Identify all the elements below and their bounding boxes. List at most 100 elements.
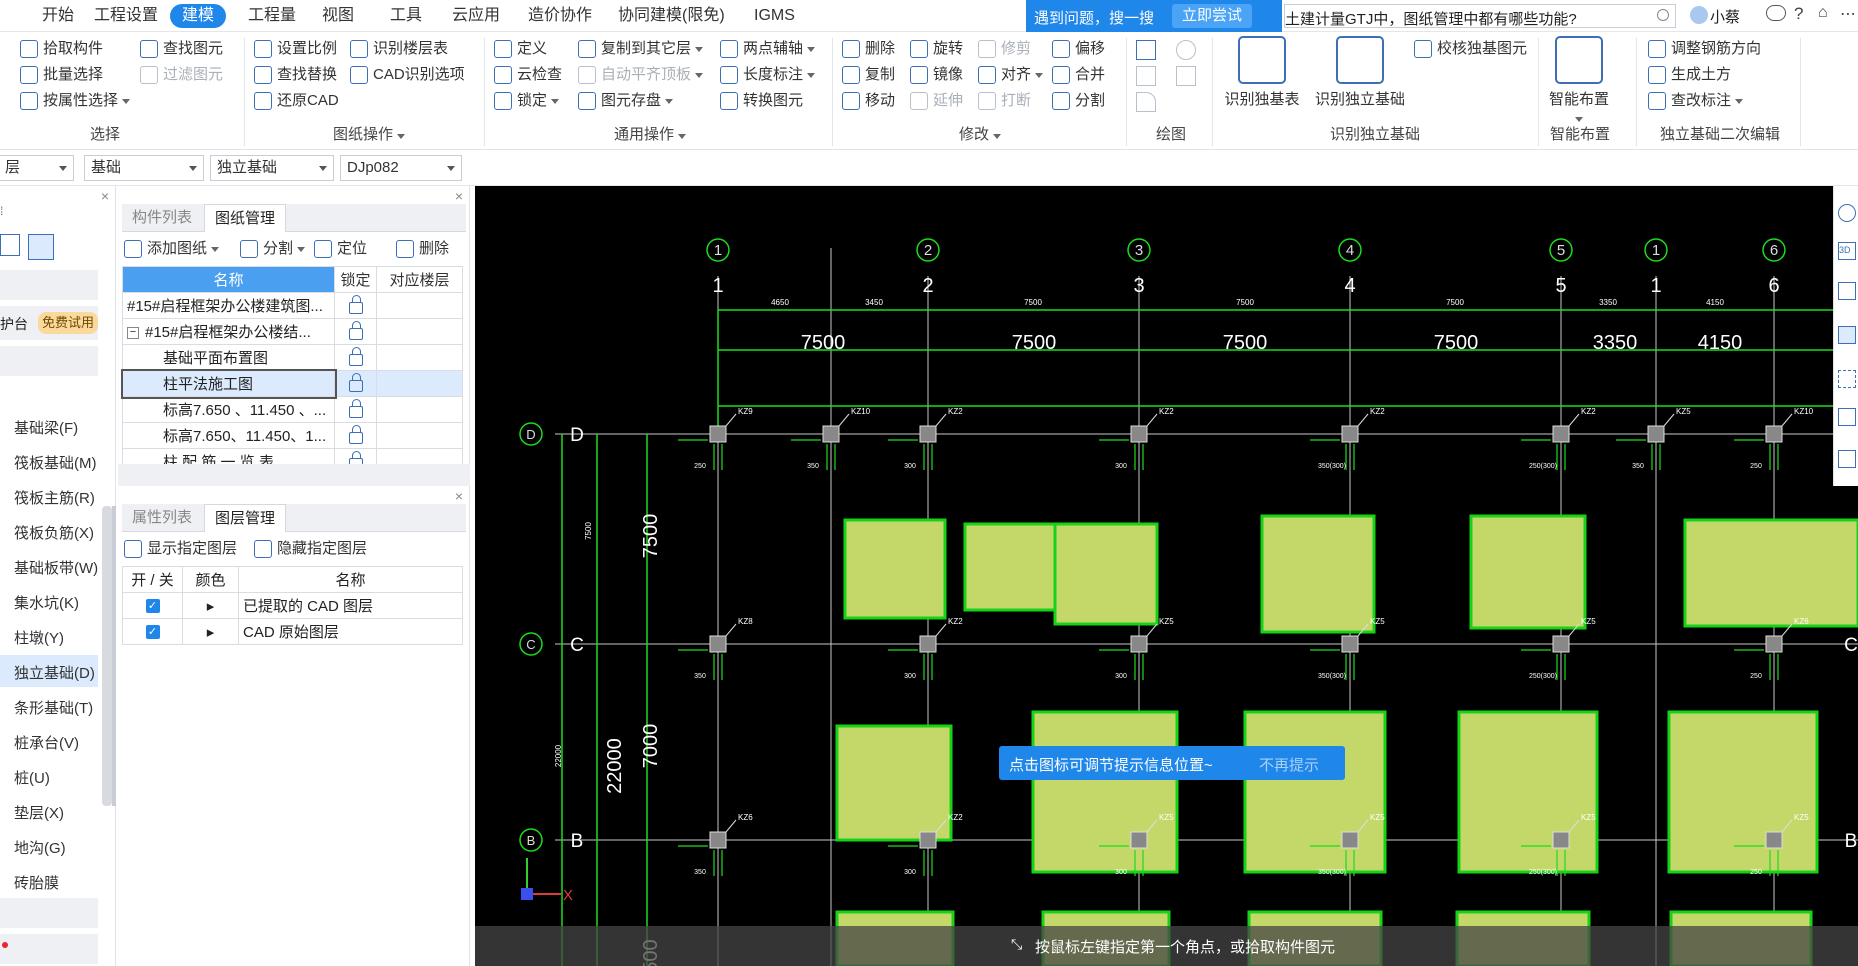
avatar[interactable]: [1690, 6, 1708, 24]
layer-toggle-checkbox[interactable]: ✓: [145, 625, 160, 640]
move-button[interactable]: 移动: [842, 88, 895, 114]
menu-tab-cloud[interactable]: 云应用: [440, 4, 512, 28]
nav-item[interactable]: 筏板主筋(R): [0, 480, 98, 512]
shirt-icon[interactable]: ⌂: [1818, 4, 1828, 22]
two-point-axis-button[interactable]: 两点辅轴: [720, 36, 816, 62]
cad-canvas[interactable]: 1 1 2 2 3 3 4 4 5 5 1 1 6 6 4650 3450 7500 7500 7500 3350 41…: [475, 186, 1858, 966]
identify-foundation-table-button[interactable]: 识别独基表: [1216, 36, 1308, 109]
floor-cell[interactable]: [376, 292, 463, 319]
tab-property-list[interactable]: 属性列表: [122, 504, 202, 532]
arc-draw-icon[interactable]: [1136, 92, 1156, 112]
group-label-drawing[interactable]: 图纸操作: [314, 124, 424, 146]
3d-view-icon[interactable]: 3D: [1838, 242, 1856, 260]
group-label-modify[interactable]: 修改: [940, 124, 1020, 146]
extend-button[interactable]: 延伸: [910, 88, 963, 114]
menu-tab-view[interactable]: 视图: [310, 4, 366, 28]
layer-row[interactable]: ✓ ▸ 已提取的 CAD 图层: [122, 592, 463, 619]
nav-item[interactable]: 独立基础(D): [0, 655, 98, 687]
drawing-row[interactable]: − #15#启程框架办公楼结...: [122, 318, 463, 345]
expand-icon[interactable]: ▸: [182, 618, 239, 645]
drawing-row[interactable]: #15#启程框架办公楼建筑图...: [122, 292, 463, 319]
nav-item[interactable]: 条形基础(T): [0, 690, 98, 722]
help-search-input[interactable]: 土建计量GTJ中，图纸管理中都有哪些功能?: [1284, 4, 1676, 28]
dismiss-hint-link[interactable]: 不再提示: [1259, 754, 1319, 775]
tab-component-list[interactable]: 构件列表: [122, 204, 202, 232]
identify-foundation-button[interactable]: 识别独立基础: [1310, 36, 1410, 109]
merge-button[interactable]: 合并: [1052, 62, 1105, 88]
nav-item[interactable]: 基础板带(W): [0, 550, 98, 582]
nav-item[interactable]: 地沟(G): [0, 830, 98, 862]
menu-tab-quantity[interactable]: 工程量: [236, 4, 308, 28]
align-button[interactable]: 对齐: [978, 62, 1044, 88]
floor-cell[interactable]: [376, 422, 463, 449]
drawing-row[interactable]: 标高7.650、11.450、1...: [122, 422, 463, 449]
floor-select[interactable]: 层: [0, 155, 74, 181]
cad-options-button[interactable]: CAD识别选项: [350, 62, 465, 88]
expand-icon[interactable]: ▸: [182, 592, 239, 619]
modify-mark-button[interactable]: 查改标注: [1648, 88, 1744, 114]
user-name[interactable]: 小蔡: [1710, 6, 1740, 27]
find-element-button[interactable]: 查找图元: [140, 36, 223, 62]
line-draw-icon[interactable]: [1136, 66, 1156, 86]
nav-item[interactable]: 垫层(X): [0, 795, 98, 827]
top-view-icon[interactable]: [1838, 282, 1856, 300]
menu-tab-collab-model[interactable]: 协同建模(限免): [606, 4, 737, 28]
filter-element-button[interactable]: 过滤图元: [140, 62, 223, 88]
close-icon[interactable]: ×: [101, 188, 109, 204]
generate-earthwork-button[interactable]: 生成土方: [1648, 62, 1731, 88]
batch-select-button[interactable]: 批量选择: [20, 62, 103, 88]
find-replace-button[interactable]: 查找替换: [254, 62, 337, 88]
collapse-icon[interactable]: −: [127, 327, 139, 340]
menu-tab-igms[interactable]: IGMS: [742, 4, 807, 28]
layer-view-icon[interactable]: [1838, 326, 1856, 344]
offset-button[interactable]: 偏移: [1052, 36, 1105, 62]
lock-button[interactable]: 锁定: [494, 88, 560, 114]
drawing-row[interactable]: 标高7.650 、11.450 、...: [122, 396, 463, 423]
break-button[interactable]: 打断: [978, 88, 1031, 114]
cube-icon[interactable]: [1838, 408, 1856, 426]
restore-cad-button[interactable]: 还原CAD: [254, 88, 339, 114]
adjust-position-icon[interactable]: ⤡: [1011, 936, 1029, 954]
floor-cell[interactable]: [376, 396, 463, 423]
delete-button[interactable]: 删除: [842, 36, 895, 62]
pick-component-button[interactable]: 拾取构件: [20, 36, 103, 62]
menu-tab-project-settings[interactable]: 工程设置: [82, 4, 170, 28]
layer-scrollbar[interactable]: [112, 506, 116, 806]
nav-scrollbar[interactable]: [102, 506, 112, 806]
convert-element-button[interactable]: 转换图元: [720, 88, 803, 114]
lock-icon[interactable]: [348, 399, 363, 419]
point-draw-icon[interactable]: [1136, 40, 1156, 60]
locate-button[interactable]: 定位: [314, 236, 367, 262]
add-drawing-button[interactable]: 添加图纸: [124, 236, 220, 262]
detail-view-icon[interactable]: [28, 234, 54, 260]
check-foundation-button[interactable]: 校核独基图元: [1414, 36, 1527, 62]
split-drawing-button[interactable]: 分割: [240, 236, 306, 262]
tab-drawing-management[interactable]: 图纸管理: [204, 204, 287, 232]
floor-cell[interactable]: [376, 370, 463, 397]
tab-layer-management[interactable]: 图层管理: [204, 504, 287, 532]
rotate-button[interactable]: 旋转: [910, 36, 963, 62]
adjust-rebar-direction-button[interactable]: 调整钢筋方向: [1648, 36, 1761, 62]
drawing-row[interactable]: 柱平法施工图: [120, 368, 463, 399]
select-by-attribute-button[interactable]: 按属性选择: [20, 88, 131, 114]
hide-layer-button[interactable]: 隐藏指定图层: [254, 536, 367, 562]
lock-icon[interactable]: [348, 295, 363, 315]
search-icon[interactable]: [1657, 9, 1669, 21]
copy-button[interactable]: 复制: [842, 62, 895, 88]
close-icon[interactable]: ×: [455, 488, 463, 504]
more-icon[interactable]: ⋯: [1840, 4, 1856, 24]
mirror-button[interactable]: 镜像: [910, 62, 963, 88]
list-view-icon[interactable]: [0, 234, 20, 256]
lock-icon[interactable]: [348, 347, 363, 367]
auto-align-slab-button[interactable]: 自动平齐顶板: [578, 62, 704, 88]
copy-to-other-layer-button[interactable]: 复制到其它层: [578, 36, 704, 62]
identify-floor-table-button[interactable]: 识别楼层表: [350, 36, 448, 62]
trim-button[interactable]: 修剪: [978, 36, 1031, 62]
delete-drawing-button[interactable]: 删除: [396, 236, 449, 262]
smart-layout-button[interactable]: 智能布置: [1534, 36, 1624, 126]
nav-item[interactable]: 筏板基础(M): [0, 445, 98, 477]
chat-icon[interactable]: [1766, 5, 1786, 21]
cad-drawing[interactable]: 1 1 2 2 3 3 4 4 5 5 1 1 6 6 4650 3450 7500 7500 7500 3350 41…: [475, 186, 1858, 966]
nav-item[interactable]: 桩承台(V): [0, 725, 98, 757]
nav-item[interactable]: 筏板负筋(X): [0, 515, 98, 547]
